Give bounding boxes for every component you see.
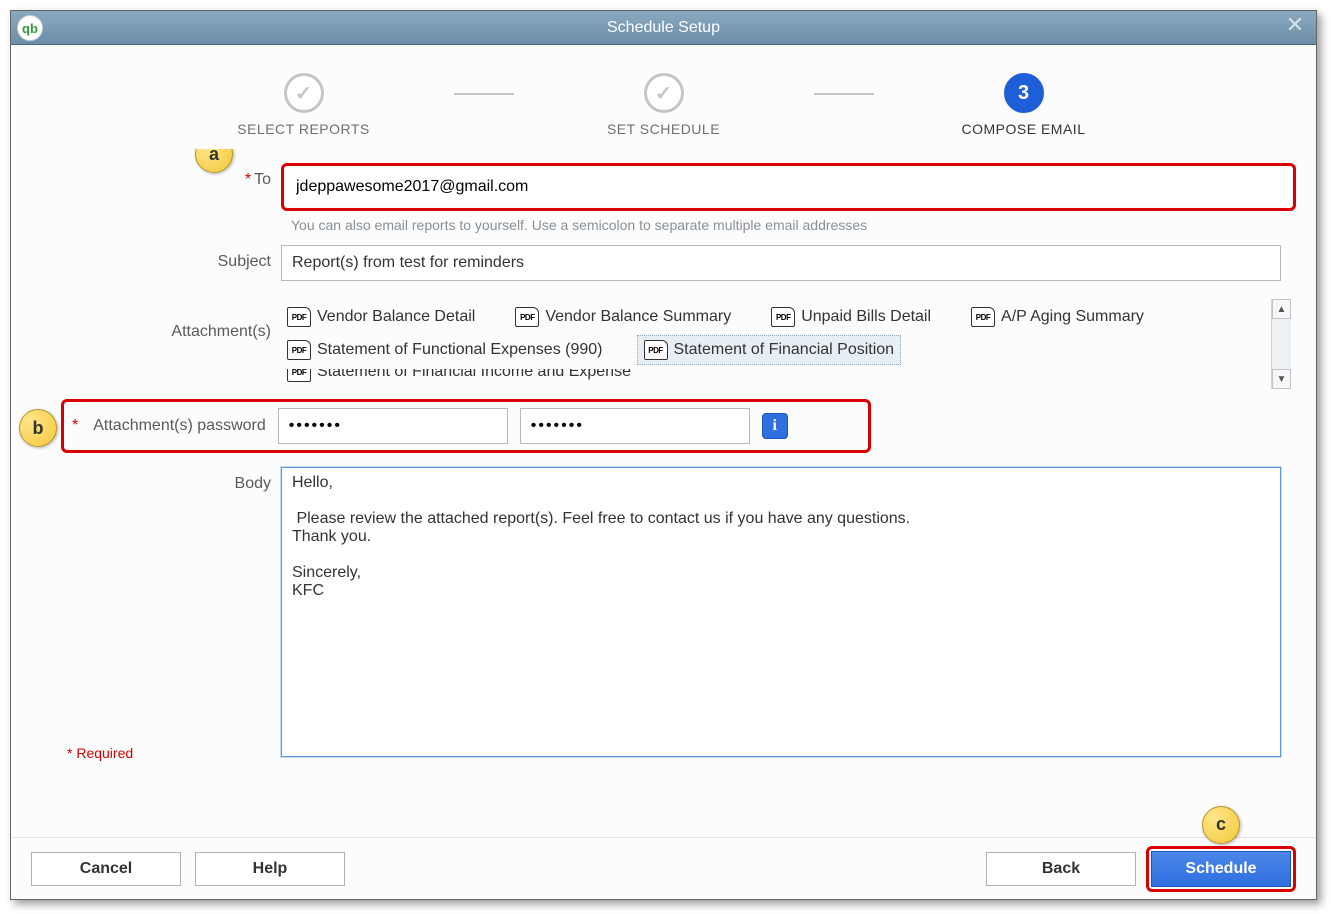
attachments-list[interactable]: Vendor Balance Detail Vendor Balance Sum…: [281, 299, 1271, 389]
quickbooks-icon: qb: [17, 15, 43, 41]
back-button[interactable]: Back: [986, 852, 1136, 886]
attachments-list-wrapper: Vendor Balance Detail Vendor Balance Sum…: [281, 299, 1291, 389]
step-number-badge: 3: [1004, 73, 1044, 113]
to-input[interactable]: [286, 168, 1291, 206]
step-label: SET SCHEDULE: [607, 121, 720, 137]
callout-badge-b: b: [19, 409, 57, 447]
body-label: Body: [31, 467, 281, 493]
attachment-item[interactable]: Unpaid Bills Detail: [765, 303, 937, 331]
close-icon[interactable]: ✕: [1284, 15, 1306, 37]
pdf-icon: [971, 307, 995, 327]
attachment-item[interactable]: Statement of Functional Expenses (990): [281, 335, 609, 365]
attachment-item[interactable]: Statement of Financial Position: [637, 335, 902, 365]
attachment-item[interactable]: A/P Aging Summary: [965, 303, 1150, 331]
window-titlebar: qb Schedule Setup ✕: [11, 11, 1316, 45]
stepper-connector: [454, 93, 514, 95]
body-textarea[interactable]: [281, 467, 1281, 757]
step-label: SELECT REPORTS: [237, 121, 370, 137]
subject-label: Subject: [31, 245, 281, 271]
scroll-up-icon[interactable]: ▲: [1272, 299, 1291, 319]
step-set-schedule: SET SCHEDULE: [514, 73, 814, 137]
attachments-scrollbar[interactable]: ▲ ▼: [1271, 299, 1291, 389]
attachment-password-confirm-input[interactable]: [520, 408, 750, 444]
step-label: COMPOSE EMAIL: [962, 121, 1086, 137]
attachment-password-input[interactable]: [278, 408, 508, 444]
attachment-item-cutoff[interactable]: Statement of Financial Income and Expens…: [281, 369, 637, 387]
help-button[interactable]: Help: [195, 852, 345, 886]
wizard-stepper: SELECT REPORTS SET SCHEDULE 3 COMPOSE EM…: [11, 45, 1316, 149]
attachment-item[interactable]: Vendor Balance Summary: [509, 303, 737, 331]
to-hint: You can also email reports to yourself. …: [291, 217, 1296, 233]
dialog-footer: Cancel Help Back c Schedule: [11, 837, 1316, 899]
check-icon: [284, 73, 324, 113]
pdf-icon: [287, 340, 311, 360]
to-label: *To: [31, 163, 281, 189]
attachment-password-highlight: * Attachment(s) password i: [61, 399, 871, 453]
attachments-label: Attachment(s): [31, 299, 281, 341]
subject-input[interactable]: [281, 245, 1281, 281]
pdf-icon: [771, 307, 795, 327]
compose-email-form: a *To You can also email reports to your…: [11, 149, 1316, 837]
step-compose-email: 3 COMPOSE EMAIL: [874, 73, 1174, 137]
schedule-button-highlight: Schedule: [1146, 846, 1296, 892]
check-icon: [644, 73, 684, 113]
pdf-icon: [287, 307, 311, 327]
pdf-icon: [287, 369, 311, 382]
to-field-highlight: [281, 163, 1296, 211]
callout-badge-c: c: [1202, 806, 1240, 844]
step-select-reports: SELECT REPORTS: [154, 73, 454, 137]
schedule-setup-window: qb Schedule Setup ✕ SELECT REPORTS SET S…: [10, 10, 1317, 900]
schedule-button[interactable]: Schedule: [1151, 851, 1291, 887]
attachment-item[interactable]: Vendor Balance Detail: [281, 303, 481, 331]
scroll-down-icon[interactable]: ▼: [1272, 369, 1291, 389]
pdf-icon: [515, 307, 539, 327]
info-icon[interactable]: i: [762, 413, 788, 439]
window-title: Schedule Setup: [607, 19, 720, 37]
cancel-button[interactable]: Cancel: [31, 852, 181, 886]
stepper-connector: [814, 93, 874, 95]
attachment-password-label: Attachment(s) password: [93, 417, 266, 435]
pdf-icon: [644, 340, 668, 360]
